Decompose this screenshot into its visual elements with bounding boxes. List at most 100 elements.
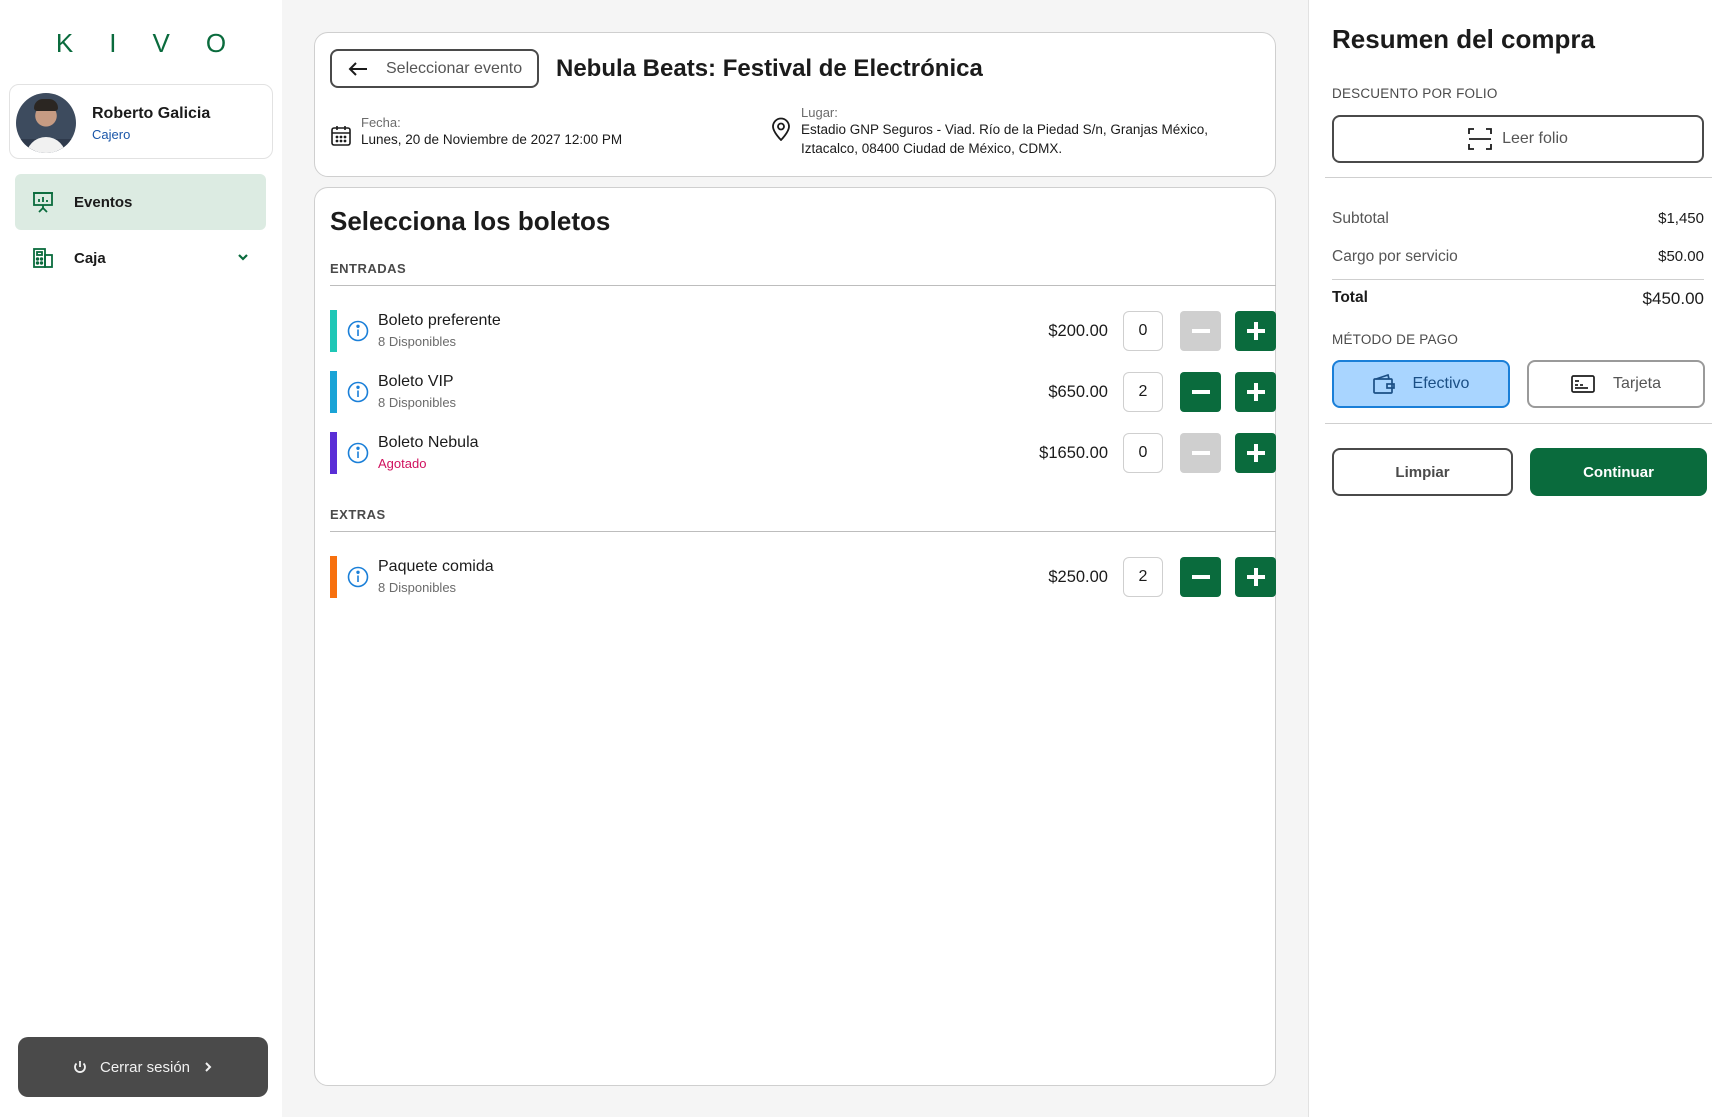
decrease-button[interactable] xyxy=(1180,433,1221,473)
info-icon[interactable] xyxy=(347,566,369,588)
scan-icon xyxy=(1468,128,1492,150)
increase-button[interactable] xyxy=(1235,557,1276,597)
continue-button[interactable]: Continuar xyxy=(1530,448,1707,496)
plus-icon xyxy=(1246,568,1265,586)
ticket-price: $200.00 xyxy=(1048,322,1108,340)
brand-logo[interactable]: KIVO xyxy=(0,28,282,59)
decrease-button[interactable] xyxy=(1180,372,1221,412)
sidebar-item-label: Eventos xyxy=(74,193,133,211)
quantity-field[interactable]: 0 xyxy=(1123,311,1163,351)
select-event-label: Seleccionar evento xyxy=(386,59,523,77)
place-line-2: Iztacalco, 08400 Ciudad de México, CDMX. xyxy=(801,141,1063,156)
info-icon[interactable] xyxy=(347,442,369,464)
ticket-name: Boleto VIP xyxy=(378,373,454,390)
payment-method-label: MÉTODO DE PAGO xyxy=(1332,332,1459,347)
read-folio-label: Leer folio xyxy=(1502,130,1568,147)
ticket-availability: Agotado xyxy=(378,456,427,471)
event-date: Fecha: Lunes, 20 de Noviembre de 2027 12… xyxy=(331,115,622,149)
payment-card-button[interactable]: Tarjeta xyxy=(1527,360,1705,408)
ticket-name: Boleto Nebula xyxy=(378,434,479,451)
date-label: Fecha: xyxy=(361,115,401,130)
event-location: Lugar: Estadio GNP Seguros - Viad. Río d… xyxy=(771,105,1208,158)
plus-icon xyxy=(1246,383,1265,401)
minus-icon xyxy=(1191,451,1210,455)
subtotal-label: Subtotal xyxy=(1332,210,1389,227)
tickets-card: Selecciona los boletos ENTRADAS Boleto p… xyxy=(314,187,1276,1086)
user-name: Roberto Galicia xyxy=(92,105,211,122)
read-folio-button[interactable]: Leer folio xyxy=(1332,115,1704,163)
chevron-down-icon[interactable] xyxy=(236,250,250,264)
user-card[interactable]: Roberto Galicia Cajero xyxy=(9,84,273,159)
place-label: Lugar: xyxy=(801,105,838,120)
date-value: Lunes, 20 de Noviembre de 2027 12:00 PM xyxy=(361,132,623,147)
chevron-right-icon xyxy=(202,1061,214,1073)
ticket-availability: 8 Disponibles xyxy=(378,395,457,410)
section-header-entradas: ENTRADAS xyxy=(330,261,1276,286)
payment-cash-label: Efectivo xyxy=(1412,375,1470,392)
ticket-name: Paquete comida xyxy=(378,558,494,575)
user-role: Cajero xyxy=(92,127,131,142)
card-icon xyxy=(1571,375,1595,393)
ticket-row: Boleto VIP 8 Disponibles $650.00 2 xyxy=(330,371,1276,413)
discount-label: DESCUENTO POR FOLIO xyxy=(1332,86,1498,101)
increase-button[interactable] xyxy=(1235,433,1276,473)
event-title: Nebula Beats: Festival de Electrónica xyxy=(556,55,983,82)
decrease-button[interactable] xyxy=(1180,557,1221,597)
logout-label: Cerrar sesión xyxy=(99,1058,191,1076)
payment-cash-button[interactable]: Efectivo xyxy=(1332,360,1510,408)
ticket-price: $1650.00 xyxy=(1039,444,1108,462)
ticket-color-bar xyxy=(330,432,337,474)
subtotal-value: $1,450 xyxy=(1658,210,1704,227)
subtotal-row: Subtotal $1,450 xyxy=(1332,210,1704,228)
info-icon[interactable] xyxy=(347,381,369,403)
ticket-row: Boleto preferente 8 Disponibles $200.00 … xyxy=(330,310,1276,352)
total-value: $450.00 xyxy=(1642,289,1704,308)
ticket-price: $250.00 xyxy=(1048,568,1108,586)
summary-title: Resumen del compra xyxy=(1332,24,1595,54)
increase-button[interactable] xyxy=(1235,311,1276,351)
sidebar-item-label: Caja xyxy=(74,249,106,267)
decrease-button[interactable] xyxy=(1180,311,1221,351)
ticket-row: Paquete comida 8 Disponibles $250.00 2 xyxy=(330,556,1276,598)
ticket-availability: 8 Disponibles xyxy=(378,334,457,349)
plus-icon xyxy=(1246,444,1265,462)
clear-button[interactable]: Limpiar xyxy=(1332,448,1513,496)
minus-icon xyxy=(1191,390,1210,394)
event-header-card: Seleccionar evento Nebula Beats: Festiva… xyxy=(314,32,1276,177)
total-label: Total xyxy=(1332,289,1368,306)
sidebar-item-eventos[interactable]: Eventos xyxy=(15,174,266,230)
increase-button[interactable] xyxy=(1235,372,1276,412)
quantity-field[interactable]: 0 xyxy=(1123,433,1163,473)
wallet-icon xyxy=(1372,374,1395,394)
ticket-row: Boleto Nebula Agotado $1650.00 0 xyxy=(330,432,1276,474)
calendar-icon xyxy=(331,125,351,149)
service-fee-label: Cargo por servicio xyxy=(1332,248,1458,265)
sidebar: KIVO Roberto Galicia Cajero Eventos Caja… xyxy=(0,0,282,1117)
divider xyxy=(1325,177,1712,178)
ticket-color-bar xyxy=(330,371,337,413)
quantity-field[interactable]: 2 xyxy=(1123,372,1163,412)
section-header-extras: EXTRAS xyxy=(330,507,1276,532)
service-fee-row: Cargo por servicio $50.00 xyxy=(1332,248,1704,266)
sidebar-item-caja[interactable]: Caja xyxy=(15,230,266,286)
divider xyxy=(1332,279,1704,280)
cash-register-icon xyxy=(32,247,54,269)
ticket-name: Boleto preferente xyxy=(378,312,501,329)
ticket-color-bar xyxy=(330,310,337,352)
minus-icon xyxy=(1191,575,1210,579)
info-icon[interactable] xyxy=(347,320,369,342)
minus-icon xyxy=(1191,329,1210,333)
select-event-button[interactable]: Seleccionar evento xyxy=(330,49,539,88)
ticket-availability: 8 Disponibles xyxy=(378,580,457,595)
location-pin-icon xyxy=(771,117,791,158)
avatar xyxy=(16,93,76,153)
divider xyxy=(1325,423,1712,424)
plus-icon xyxy=(1246,322,1265,340)
quantity-field[interactable]: 2 xyxy=(1123,557,1163,597)
total-row: Total $450.00 xyxy=(1332,289,1704,309)
arrow-left-icon xyxy=(348,61,368,76)
logout-button[interactable]: Cerrar sesión xyxy=(18,1037,268,1097)
presentation-icon xyxy=(32,191,54,213)
payment-card-label: Tarjeta xyxy=(1612,375,1662,392)
ticket-color-bar xyxy=(330,556,337,598)
